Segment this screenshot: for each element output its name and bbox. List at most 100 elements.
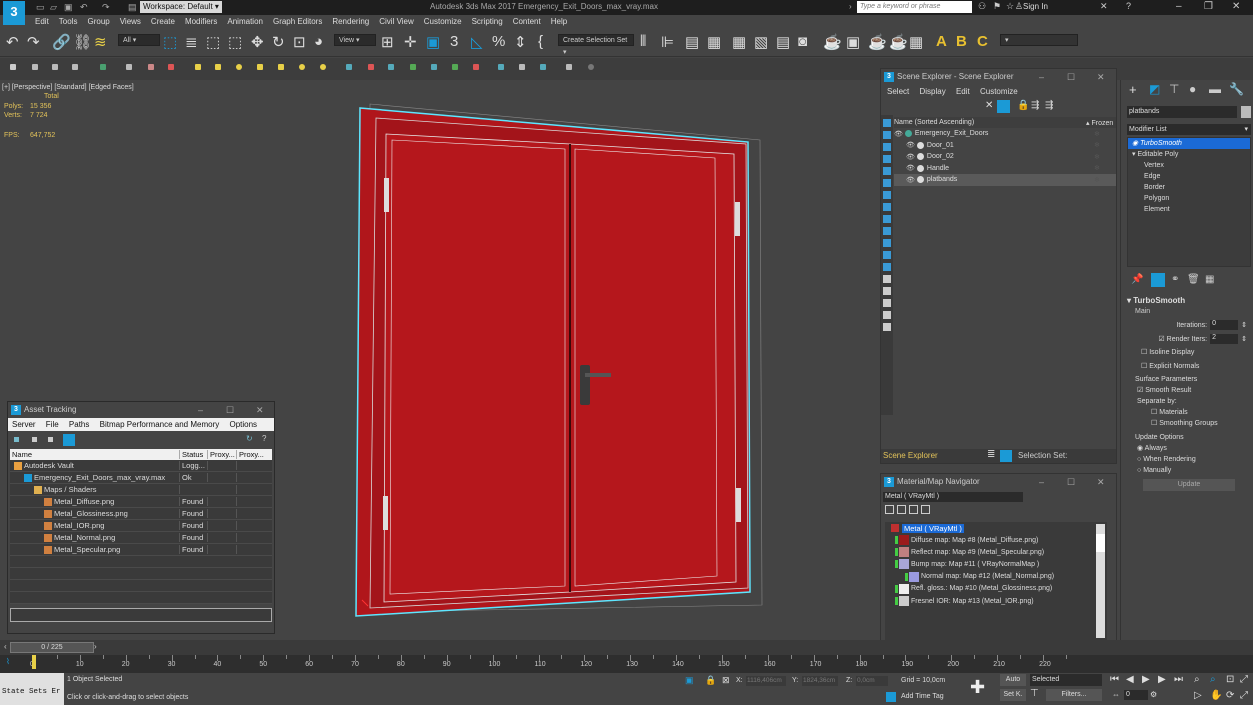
go-to-start-icon[interactable]: ⏮ [1110, 674, 1119, 685]
maximize-viewport-icon[interactable]: ⤢ [1240, 690, 1248, 701]
light-bulb-icon[interactable]: ◉ [1132, 140, 1140, 147]
minimize-button[interactable]: – [1039, 69, 1044, 85]
display-hidden-icon[interactable] [883, 263, 891, 271]
col-name[interactable]: Name (Sorted Ascending) [894, 119, 1086, 126]
ribbon-tool-icon[interactable] [540, 64, 546, 70]
rollout-header[interactable]: ▾ TurboSmooth [1127, 296, 1251, 308]
select-object-icon[interactable]: ⬚ [163, 33, 177, 51]
maximize-button[interactable]: ☐ [226, 402, 234, 418]
ribbon-tool-icon[interactable] [588, 64, 594, 70]
time-slider-track[interactable]: ‹ 0 / 225 › [0, 642, 1253, 654]
ribbon-tool-icon[interactable] [346, 64, 352, 70]
menu-edit[interactable]: Edit [30, 15, 54, 29]
select-by-name-icon[interactable]: ≣ [185, 33, 198, 51]
frozen-icon[interactable]: ❄ [1094, 141, 1116, 149]
asset-row[interactable]: Metal_IOR.png Found [10, 520, 272, 532]
modify-tab-icon[interactable]: ◩ [1149, 82, 1160, 96]
render-setup-icon[interactable]: ☕ [823, 33, 842, 51]
frozen-icon[interactable]: ❄ [1094, 176, 1116, 184]
material-map-item[interactable]: Normal map: Map #12 (Metal_Normal.png) [885, 571, 1107, 583]
ribbon-tool-icon[interactable] [236, 64, 242, 70]
rect-selection-icon[interactable]: ⬚ [206, 33, 220, 51]
menu-civil-view[interactable]: Civil View [374, 15, 419, 29]
col-name[interactable]: Name [10, 450, 180, 459]
scene-tree-item[interactable]: 👁 platbands ❄ [894, 174, 1116, 186]
help-icon[interactable]: ? [1126, 1, 1131, 11]
scene-explorer-icon[interactable]: ▦ [732, 33, 746, 51]
menu-create[interactable]: Create [146, 15, 180, 29]
angle-snap-icon[interactable]: ◺ [471, 33, 483, 51]
ribbon-tool-icon[interactable] [215, 64, 221, 70]
new-file-icon[interactable]: ▭ [36, 2, 45, 13]
pivot-icon[interactable]: ⊞ [381, 33, 394, 51]
modifier-stack-item[interactable]: Border [1128, 182, 1250, 193]
reference-coord-dropdown[interactable]: View ▾ [334, 34, 376, 46]
material-tree-scrollbar[interactable] [1096, 524, 1105, 638]
col-proxy-status[interactable]: Proxy... [237, 450, 267, 459]
sign-in-link[interactable]: Sign In [1023, 2, 1048, 11]
scrollbar-thumb[interactable] [1096, 534, 1105, 552]
lock-icon[interactable]: 🔒 [1017, 100, 1029, 111]
menu-scripting[interactable]: Scripting [467, 15, 508, 29]
project-icon[interactable]: ▤ [128, 2, 137, 13]
menu-file[interactable]: File [42, 420, 63, 429]
modifier-stack-item[interactable]: Edge [1128, 171, 1250, 182]
previous-frame-icon[interactable]: ◀ [1126, 674, 1134, 685]
spinner-arrows-icon[interactable]: ⇕ [1241, 321, 1247, 329]
ribbon-tool-icon[interactable] [368, 64, 374, 70]
layer-stack-icon[interactable]: ≣ [987, 449, 995, 460]
orbit-icon[interactable]: ⟳ [1226, 690, 1234, 701]
move-icon[interactable]: ✥ [251, 33, 264, 51]
selection-filter-dropdown[interactable]: All ▾ [118, 34, 160, 46]
current-frame-field[interactable]: 0 [1124, 690, 1148, 700]
ribbon-tool-icon[interactable] [52, 64, 58, 70]
curve-editor-toggle-icon[interactable]: ⌇ [6, 657, 10, 666]
spinner-arrows-icon[interactable]: ⇕ [1241, 335, 1247, 343]
material-editor-icon[interactable]: ◙ [798, 33, 807, 50]
help-icon[interactable]: ? [262, 434, 266, 443]
close-button[interactable]: ✕ [256, 402, 264, 418]
percent-snap-icon[interactable]: % [492, 33, 505, 50]
scene-explorer-footer-label[interactable]: Scene Explorer [883, 451, 938, 460]
scene-tree-item[interactable]: 👁 Handle ❄ [894, 163, 1116, 175]
user-icon[interactable]: ♙ [1015, 1, 1023, 12]
frozen-icon[interactable]: ❄ [1094, 130, 1116, 138]
modifier-stack-item[interactable]: Polygon [1128, 193, 1250, 204]
curve-editor-icon[interactable]: ▧ [754, 33, 768, 51]
ribbon-tool-icon[interactable] [148, 64, 154, 70]
ribbon-tool-icon[interactable] [320, 64, 326, 70]
close-button[interactable]: ✕ [1232, 1, 1240, 12]
set-key-mode-icon[interactable]: ✚ [970, 677, 985, 698]
menu-customize[interactable]: Customize [976, 87, 1022, 96]
link-icon[interactable]: 🔗 [52, 33, 71, 51]
material-map-item[interactable]: Diffuse map: Map #8 (Metal_Diffuse.png) [885, 534, 1107, 546]
bind-space-warp-icon[interactable]: ≋ [94, 33, 107, 51]
x-coordinate-field[interactable]: 1116,406cm [746, 676, 786, 686]
ribbon-tool-icon[interactable] [278, 64, 284, 70]
menu-animation[interactable]: Animation [222, 15, 268, 29]
menu-bitmap-performance[interactable]: Bitmap Performance and Memory [96, 420, 224, 429]
search-input[interactable]: Type a keyword or phrase [857, 1, 972, 13]
place-icon[interactable]: ◕ [314, 33, 323, 50]
ribbon-tool-icon[interactable] [195, 64, 201, 70]
when-rendering-radio[interactable]: ○ When Rendering [1127, 454, 1251, 465]
exchange-icon[interactable]: ✕ [1100, 1, 1108, 12]
manipulate-icon[interactable]: ✛ [404, 33, 417, 51]
menu-tools[interactable]: Tools [54, 15, 83, 29]
menu-edit[interactable]: Edit [952, 87, 974, 96]
display-xrefs-icon[interactable] [883, 215, 891, 223]
ribbon-tool-icon[interactable] [257, 64, 263, 70]
visibility-eye-icon[interactable]: 👁 [906, 164, 915, 172]
show-end-result-icon[interactable] [1151, 273, 1165, 287]
update-button[interactable]: Update [1143, 479, 1235, 491]
scene-tree-item[interactable]: 👁 Door_02 ❄ [894, 151, 1116, 163]
material-navigator-titlebar[interactable]: 3 Material/Map Navigator – ☐ ✕ [881, 474, 1116, 490]
track-bar[interactable]: 0102030405060708090100110120130140150160… [0, 655, 1253, 673]
ribbon-tool-icon[interactable] [473, 64, 479, 70]
modifier-stack-item[interactable]: Element [1128, 204, 1250, 215]
render-iters-checkbox[interactable]: ☑ [1158, 335, 1164, 343]
display-spacewarps-icon[interactable] [883, 191, 891, 199]
clear-search-icon[interactable]: ✕ [985, 100, 993, 111]
render-preset-dropdown[interactable]: ▾ [1000, 34, 1078, 46]
display-none-icon[interactable] [883, 119, 891, 127]
